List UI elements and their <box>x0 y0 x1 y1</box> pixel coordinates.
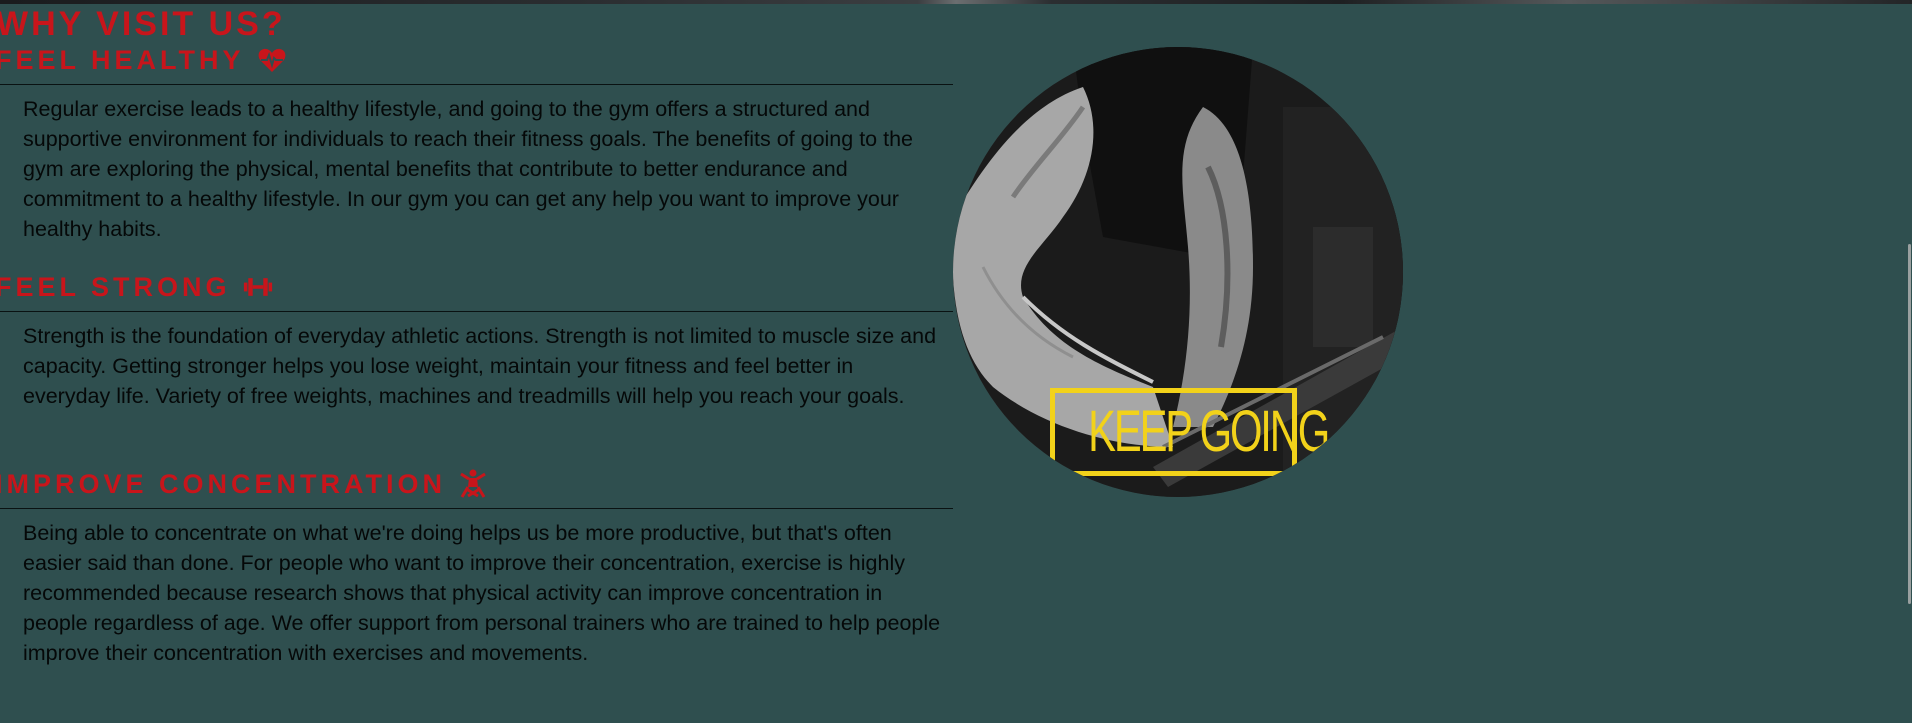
dumbbell-icon <box>243 272 273 302</box>
why-visit-us-section: WHY VISIT US? FEEL HEALTHY Regular exerc… <box>0 4 1912 723</box>
keep-going-text: KEEP GOING <box>1088 399 1330 464</box>
feel-healthy-divider <box>0 84 953 85</box>
feel-healthy-text: Regular exercise leads to a healthy life… <box>23 97 913 241</box>
feel-strong-heading-label: FEEL STRONG <box>0 272 231 302</box>
section-title: WHY VISIT US? <box>0 5 286 43</box>
scrollbar-thumb[interactable] <box>1908 244 1911 604</box>
improve-concentration-heading: IMPROVE CONCENTRATION <box>0 468 488 500</box>
feel-strong-heading: FEEL STRONG <box>0 271 273 303</box>
feel-strong-divider <box>0 311 953 312</box>
feel-healthy-heading: FEEL HEALTHY <box>0 44 287 76</box>
page-scrollbar[interactable] <box>1906 4 1912 723</box>
improve-concentration-divider <box>0 508 953 509</box>
feel-strong-text: Strength is the foundation of everyday a… <box>23 324 937 408</box>
heartbeat-icon <box>257 45 287 75</box>
improve-concentration-text: Being able to concentrate on what we're … <box>23 521 941 665</box>
improve-concentration-heading-label: IMPROVE CONCENTRATION <box>0 469 447 499</box>
keep-going-banner: KEEP GOING <box>1050 388 1330 476</box>
keep-going-photo: KEEP GOING <box>953 47 1403 497</box>
meditation-icon <box>458 469 488 499</box>
feel-healthy-heading-label: FEEL HEALTHY <box>0 45 245 75</box>
page: WHY VISIT US? FEEL HEALTHY Regular exerc… <box>0 0 1912 723</box>
